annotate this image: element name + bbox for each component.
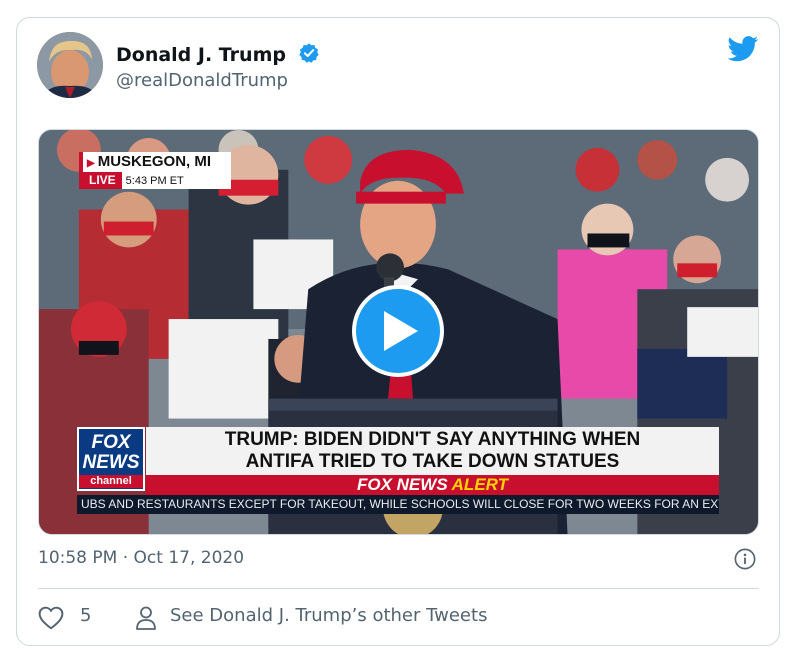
verified-badge-icon (298, 43, 319, 63)
location-text: MUSKEGON, MI (97, 153, 212, 170)
author-name[interactable]: Donald J. Trump (116, 42, 320, 66)
like-count[interactable]: 5 (80, 605, 91, 626)
heart-icon[interactable] (38, 606, 64, 630)
tweet-timestamp[interactable]: 10:58 PM · Oct 17, 2020 (38, 548, 244, 568)
triangle-icon: ▶ (87, 158, 95, 169)
tweet-card[interactable]: Donald J. Trump @realDonaldTrump ▶ MUSKE… (16, 17, 780, 646)
info-icon[interactable] (734, 548, 756, 570)
alert-brand: FOX NEWS (356, 475, 448, 494)
network-logo: FOX NEWS channel (77, 427, 145, 491)
person-icon[interactable] (134, 605, 158, 631)
play-button[interactable] (352, 285, 444, 377)
alert-bar: FOX NEWS ALERT (146, 475, 719, 495)
video-player[interactable]: ▶ MUSKEGON, MI LIVE 5:43 PM ET FOX NEWS ch… (38, 129, 759, 535)
author-name-text[interactable]: Donald J. Trump (116, 44, 286, 66)
live-indicator: LIVE 5:43 PM ET (79, 172, 231, 189)
live-time: 5:43 PM ET (125, 175, 184, 187)
news-ticker: UBS AND RESTAURANTS EXCEPT FOR TAKEOUT, … (77, 495, 719, 514)
logo-line-2: NEWS (82, 452, 140, 473)
tweet-actions: 5 See Donald J. Trump’s other Tweets (38, 604, 759, 632)
divider (38, 588, 759, 589)
headline-chyron: TRUMP: BIDEN DIDN'T SAY ANYTHING WHEN AN… (146, 427, 719, 475)
logo-line-1: FOX (91, 432, 131, 453)
headline-line-1: TRUMP: BIDEN DIDN'T SAY ANYTHING WHEN (224, 429, 641, 450)
play-icon (384, 311, 418, 351)
other-tweets-link[interactable]: See Donald J. Trump’s other Tweets (170, 605, 487, 626)
twitter-bird-icon[interactable] (727, 36, 759, 62)
location-bug: ▶ MUSKEGON, MI LIVE 5:43 PM ET (79, 152, 231, 190)
author-handle[interactable]: @realDonaldTrump (116, 70, 288, 91)
live-badge: LIVE (83, 172, 122, 189)
location-label: ▶ MUSKEGON, MI (79, 152, 231, 172)
avatar[interactable] (37, 32, 103, 98)
headline-line-2: ANTIFA TRIED TO TAKE DOWN STATUES (245, 451, 620, 472)
logo-line-3: channel (79, 475, 143, 488)
alert-word: ALERT (451, 475, 509, 494)
